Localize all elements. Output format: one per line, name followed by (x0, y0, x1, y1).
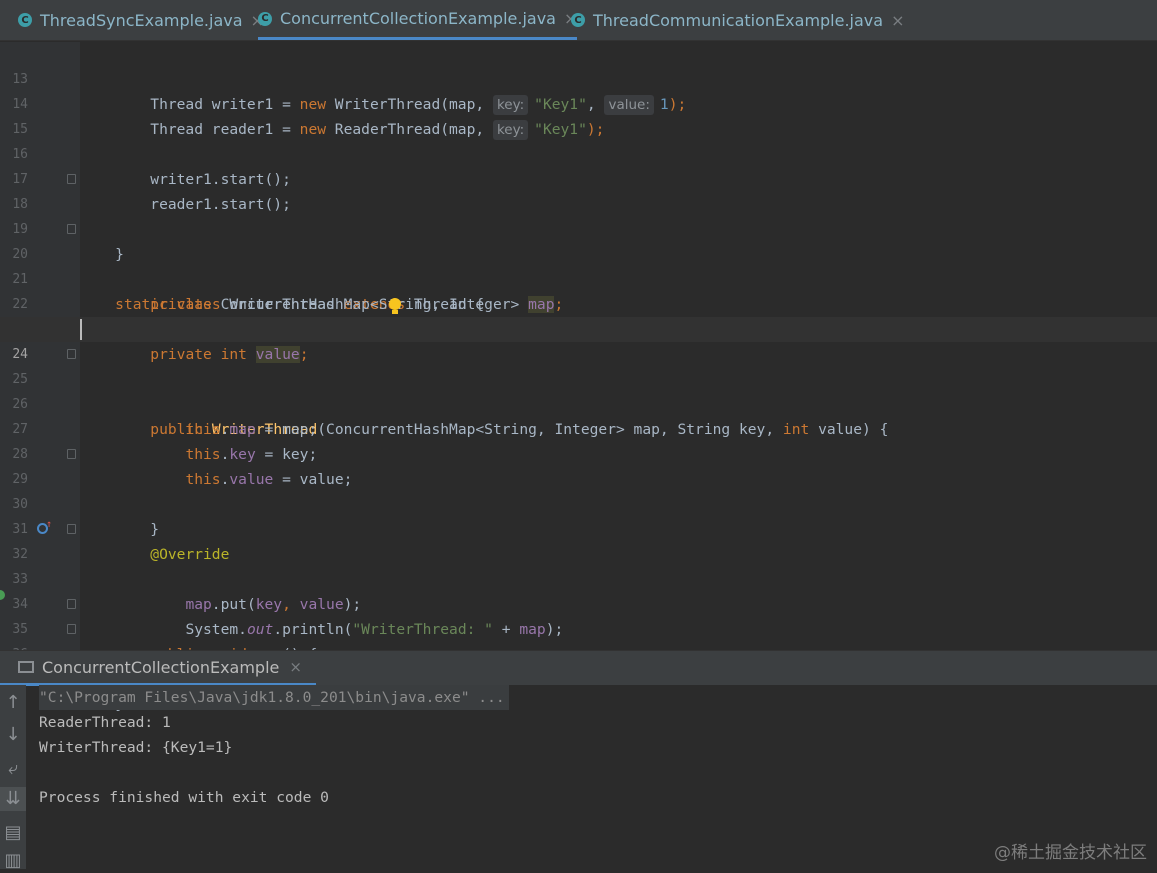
tab-label: ConcurrentCollectionExample.java (280, 9, 556, 28)
java-class-icon: C (18, 13, 32, 27)
tab-thread-sync-example[interactable]: C ThreadSyncExample.java × (18, 0, 264, 40)
code-editor[interactable]: 13 Thread writer1 = new WriterThread(map… (0, 42, 1157, 713)
editor-tab-bar: C ThreadSyncExample.java × C ConcurrentC… (0, 0, 1157, 41)
code-line[interactable]: 23 private int value; (0, 292, 1157, 363)
fold-icon[interactable] (67, 449, 76, 459)
code-line[interactable]: 26 this.map = map; (0, 367, 1157, 438)
code-line[interactable]: 15 (0, 92, 1157, 137)
fold-icon[interactable] (67, 349, 76, 359)
code-line[interactable]: 30 (0, 467, 1157, 512)
lightbulb-icon[interactable] (388, 298, 402, 316)
run-toolbar: ↑ ↓ ⤶ ⇊ ▤ ▥ (0, 685, 26, 871)
code-line[interactable]: 36 } (0, 617, 1157, 713)
tab-label: ThreadCommunicationExample.java (593, 10, 884, 30)
code-line-current[interactable]: 24 (0, 317, 1157, 362)
code-line[interactable]: 21 private ConcurrentHashMap<String, Int… (0, 242, 1157, 313)
tab-thread-communication-example[interactable]: C ThreadCommunicationExample.java × (571, 0, 904, 40)
code-line[interactable]: 19 (0, 192, 1157, 237)
code-line[interactable]: 32 ↑ public void run() { (0, 517, 1157, 664)
code-line[interactable]: 35 } (0, 592, 1157, 688)
java-class-icon: C (571, 13, 585, 27)
code-line[interactable]: 28 this.value = value; (0, 417, 1157, 488)
fold-icon[interactable] (67, 599, 76, 609)
text-caret (80, 319, 82, 340)
soft-wrap-icon[interactable]: ⤶ (0, 757, 26, 781)
code-line[interactable]: 14 Thread reader1 = new ReaderThread(map… (0, 67, 1157, 140)
down-arrow-icon[interactable]: ↓ (0, 723, 26, 747)
print-icon[interactable]: ▤ (0, 821, 26, 845)
console-command-line: "C:\Program Files\Java\jdk1.8.0_201\bin\… (39, 685, 509, 710)
code-line[interactable]: 34 System.out.println("WriterThread: " +… (0, 567, 1157, 638)
up-arrow-icon: ↑ (46, 519, 53, 530)
code-line[interactable]: 16 writer1.start(); (0, 117, 1157, 188)
code-line[interactable]: 31 @Override (0, 492, 1157, 563)
fold-icon[interactable] (67, 174, 76, 184)
watermark: @稀土掘金技术社区 (994, 843, 1147, 863)
tab-run-concurrent-collection-example[interactable]: ConcurrentCollectionExample × (0, 651, 316, 686)
code-line[interactable]: 22 private String key; (0, 267, 1157, 338)
run-tab-label: ConcurrentCollectionExample (42, 657, 280, 677)
code-line[interactable]: 29 } (0, 442, 1157, 538)
tab-concurrent-collection-example[interactable]: C ConcurrentCollectionExample.java × (258, 0, 578, 40)
code-line[interactable]: 20 static class WriterThread extends Thr… (0, 217, 1157, 313)
code-line[interactable]: 13 Thread writer1 = new WriterThread(map… (0, 42, 1157, 115)
java-class-icon: C (258, 11, 272, 26)
fold-icon[interactable] (67, 224, 76, 234)
run-panel-header: ConcurrentCollectionExample × (0, 650, 1157, 686)
console-line: ReaderThread: 1 (39, 714, 171, 731)
code-line[interactable]: 18 } (0, 167, 1157, 263)
trash-icon[interactable]: ▥ (0, 849, 26, 873)
up-arrow-icon[interactable]: ↑ (0, 691, 26, 715)
code-line[interactable]: 17 reader1.start(); (0, 142, 1157, 213)
close-icon[interactable]: × (289, 658, 302, 676)
code-line[interactable]: 27 this.key = key; (0, 392, 1157, 463)
fold-icon[interactable] (67, 624, 76, 634)
close-icon[interactable]: × (891, 11, 904, 30)
console-line: WriterThread: {Key1=1} (39, 739, 233, 756)
console-line: Process finished with exit code 0 (39, 789, 329, 806)
tab-label: ThreadSyncExample.java (40, 10, 243, 30)
code-line[interactable]: 33 map.put(key, value); (0, 542, 1157, 613)
console-icon (18, 661, 34, 673)
code-line[interactable]: 25 public WriterThread(ConcurrentHashMap… (0, 342, 1157, 438)
fold-icon[interactable] (67, 524, 76, 534)
scroll-to-end-icon[interactable]: ⇊ (0, 787, 26, 811)
